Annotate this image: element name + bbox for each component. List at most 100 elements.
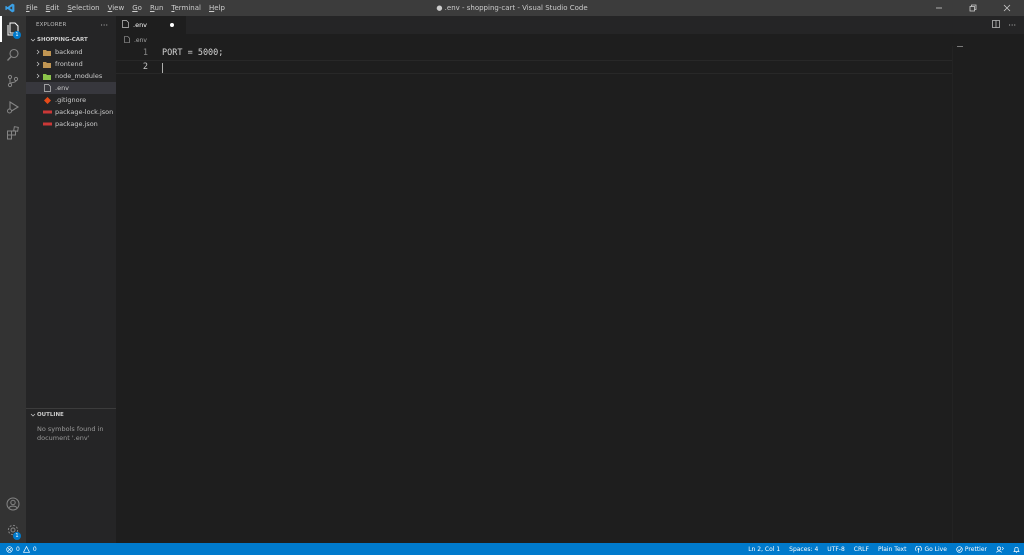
vscode-logo-icon [2,0,18,16]
minimize-icon [936,7,942,9]
folder-icon [42,61,52,68]
tree-item-label: .env [55,84,70,92]
npm-icon [42,110,52,114]
minimize-button[interactable] [922,0,956,16]
menu-file[interactable]: File [22,0,42,16]
activity-source-control[interactable] [0,68,26,94]
close-window-button[interactable] [990,0,1024,16]
tree-item-frontend[interactable]: frontend [26,58,116,70]
cursor-position[interactable]: Ln 2, Col 1 [748,546,780,553]
breadcrumb-file[interactable]: .env [134,37,147,44]
more-actions-button[interactable]: ··· [1008,21,1016,30]
title-bar: File Edit Selection View Go Run Terminal… [0,0,1024,16]
menu-selection[interactable]: Selection [63,0,103,16]
code-editor[interactable]: 1 PORT = 5000; 2 [116,46,1024,543]
explorer-badge: 1 [13,31,21,39]
tree-item-label: package-lock.json [55,108,114,116]
text-cursor [162,63,163,73]
outline-header[interactable]: OUTLINE [26,409,116,421]
code-line-current[interactable]: 2 [116,60,952,74]
restore-button[interactable] [956,0,990,16]
tree-item-env[interactable]: .env [26,82,116,94]
menu-go[interactable]: Go [128,0,146,16]
menu-edit[interactable]: Edit [42,0,64,16]
extensions-icon [7,126,19,140]
tree-item-label: package.json [55,120,98,128]
split-editor-button[interactable] [992,20,1001,30]
menu-bar: File Edit Selection View Go Run Terminal… [22,0,229,16]
notifications-button[interactable] [1013,546,1020,553]
chevron-right-icon [34,61,42,67]
code-text[interactable]: PORT = 5000; [162,48,223,58]
tree-item-label: frontend [55,60,83,68]
node-folder-icon [42,73,52,80]
menu-terminal[interactable]: Terminal [167,0,205,16]
broadcast-icon [915,545,923,553]
problems-indicator[interactable]: 0 0 [0,545,37,553]
file-icon [42,84,52,92]
menu-view[interactable]: View [104,0,129,16]
tree-item-package-json[interactable]: package.json [26,118,116,130]
tree-item-backend[interactable]: backend [26,46,116,58]
activity-extensions[interactable] [0,120,26,146]
source-control-icon [7,74,19,88]
git-icon [42,96,52,104]
language-mode[interactable]: Plain Text [878,546,906,553]
line-number: 2 [142,62,148,72]
restore-icon [969,4,977,12]
close-icon [1003,4,1011,12]
run-debug-icon [7,101,20,114]
go-live-button[interactable]: Go Live [915,545,947,553]
status-right: Ln 2, Col 1 Spaces: 4 UTF-8 CRLF Plain T… [748,543,1020,555]
npm-icon [42,122,52,126]
explorer-header: EXPLORER ··· [26,16,116,34]
activity-run-debug[interactable] [0,94,26,120]
tree-item-label: backend [55,48,83,56]
file-icon [124,35,130,45]
warning-icon [22,545,30,553]
status-bar: 0 0 Ln 2, Col 1 Spaces: 4 UTF-8 CRLF Pla… [0,543,1024,555]
tree-item-gitignore[interactable]: .gitignore [26,94,116,106]
activity-search[interactable] [0,42,26,68]
tab-bar: .env ··· [116,16,1024,34]
split-editor-icon [992,20,1001,28]
activity-accounts[interactable] [0,491,26,517]
line-number: 1 [142,48,148,58]
tree-item-package-lock[interactable]: package-lock.json [26,106,116,118]
chevron-down-icon [29,37,37,43]
folder-name: SHOPPING-CART [37,37,88,43]
unsaved-dot-icon[interactable] [170,23,174,27]
error-count: 0 [16,545,20,553]
outline-message: No symbols found in document '.env' [37,425,104,442]
outline-title: OUTLINE [37,412,64,418]
file-icon [122,20,129,30]
manage-badge: 1 [13,532,21,540]
minimap[interactable] [952,46,1024,543]
encoding[interactable]: UTF-8 [827,546,845,553]
editor-actions: ··· [992,16,1016,34]
folder-header[interactable]: SHOPPING-CART [26,34,116,46]
prettier-button[interactable]: Prettier [956,546,987,553]
go-live-label: Go Live [924,545,947,553]
breadcrumb[interactable]: .env [116,34,147,46]
explorer-more-button[interactable]: ··· [100,21,108,30]
menu-help[interactable]: Help [205,0,229,16]
indentation[interactable]: Spaces: 4 [789,546,818,553]
check-double-icon [956,545,963,553]
minimap-line [957,46,963,47]
line-ending[interactable]: CRLF [854,546,869,553]
outline-panel: OUTLINE No symbols found in document '.e… [26,408,116,447]
activity-manage[interactable]: 1 [0,517,26,543]
window-controls [922,0,1024,16]
tree-item-node-modules[interactable]: node_modules [26,70,116,82]
code-line[interactable]: 1 PORT = 5000; [116,46,952,60]
activity-explorer[interactable]: 1 [0,16,26,42]
menu-run[interactable]: Run [146,0,167,16]
chevron-right-icon [34,49,42,55]
feedback-button[interactable] [996,546,1004,553]
bell-icon [1013,546,1020,553]
feedback-icon [996,546,1004,553]
search-icon [7,48,19,61]
tab-label: .env [133,21,148,29]
tab-env[interactable]: .env [116,16,186,34]
